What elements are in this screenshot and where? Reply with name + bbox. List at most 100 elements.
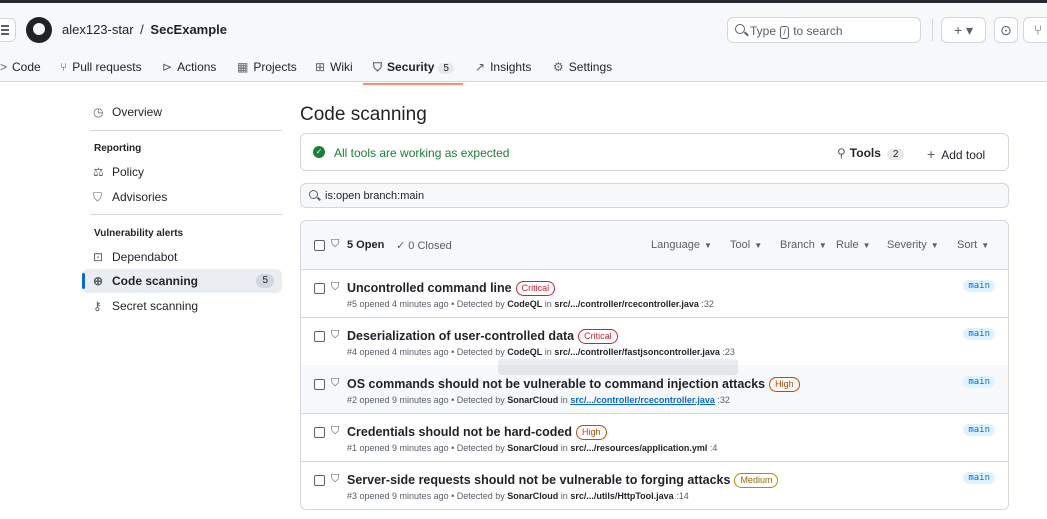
tool-status-message: All tools are working as expected — [334, 146, 510, 160]
shield-icon: ⛉ — [93, 190, 103, 204]
open-filter-link[interactable]: 5 Open — [347, 239, 384, 251]
alert-meta-prefix: #5 opened 4 minutes ago • Detected by — [347, 299, 505, 309]
tab-pull-requests[interactable]: ⑂ Pull requests — [60, 60, 142, 74]
alert-meta: #1 opened 9 minutes ago • Detected by So… — [347, 443, 717, 453]
law-icon: ⚖ — [93, 165, 104, 179]
sidebar-heading-reporting: Reporting — [94, 143, 142, 154]
search-icon — [309, 190, 318, 199]
select-all-checkbox[interactable] — [314, 240, 325, 251]
sidebar-item-advisories[interactable]: ⛉ Advisories — [82, 185, 282, 209]
alert-line: :4 — [709, 443, 718, 453]
active-tab-underline — [363, 83, 463, 85]
repo-link[interactable]: SecExample — [150, 22, 227, 37]
top-bar: alex123-star / SecExample Type / to sear… — [0, 0, 1047, 85]
alert-checkbox[interactable] — [314, 283, 325, 294]
book-icon: ⊞ — [315, 60, 326, 74]
filter-label: Rule — [836, 239, 859, 251]
shield-icon: ⛉ — [331, 425, 340, 437]
tab-projects[interactable]: ▦ Projects — [237, 60, 297, 74]
tab-insights[interactable]: ↗ Insights — [475, 60, 531, 74]
branch-label[interactable]: main — [963, 328, 995, 340]
closed-filter-link[interactable]: ✓ 0 Closed — [396, 239, 452, 252]
sidebar-item-overview[interactable]: ◷ Overview — [82, 100, 282, 124]
menu-button[interactable] — [0, 18, 16, 42]
tab-label: Actions — [177, 60, 217, 74]
global-search-input[interactable]: Type / to search — [727, 17, 921, 43]
alert-meta: #5 opened 4 minutes ago • Detected by Co… — [347, 299, 714, 309]
tools-button[interactable]: ⚲ Tools 2 — [837, 146, 905, 160]
issues-icon[interactable]: ⊙ — [994, 17, 1018, 43]
alert-meta-prefix: #2 opened 9 minutes ago • Detected by — [347, 395, 505, 405]
breadcrumb: alex123-star / SecExample — [62, 22, 227, 37]
alert-meta-prefix: #3 opened 9 minutes ago • Detected by — [347, 491, 505, 501]
alert-row[interactable]: ⛉ Uncontrolled command line Critical #5 o… — [301, 269, 1008, 318]
rule-filter-dropdown[interactable]: Rule ▼ — [836, 239, 871, 251]
alert-meta-in: in — [544, 299, 552, 309]
divider — [932, 19, 933, 41]
owner-link[interactable]: alex123-star — [62, 22, 134, 37]
play-icon: ⊳ — [162, 60, 173, 74]
sidebar-item-code-scanning[interactable]: ⊕ Code scanning 5 — [82, 269, 282, 293]
alert-title-link[interactable]: Deserialization of user-controlled data — [347, 329, 574, 343]
tab-security[interactable]: ⛉ Security 5 — [373, 60, 454, 75]
filter-label: Tool — [730, 239, 751, 251]
branch-label[interactable]: main — [963, 376, 995, 388]
language-filter-dropdown[interactable]: Language ▼ — [651, 239, 712, 251]
alert-tool: CodeQL — [507, 347, 543, 357]
alert-title-link[interactable]: Uncontrolled command line — [347, 281, 512, 295]
alert-meta-in: in — [560, 443, 568, 453]
branch-label[interactable]: main — [963, 280, 995, 292]
filter-label: Branch — [780, 239, 815, 251]
sidebar-heading-vulnerability-alerts: Vulnerability alerts — [94, 228, 184, 239]
alert-path[interactable]: src/.../controller/rcecontroller.java — [554, 299, 699, 309]
tab-actions[interactable]: ⊳ Actions — [162, 60, 216, 74]
check-icon: ✓ — [396, 240, 409, 252]
alert-line: :32 — [717, 395, 730, 405]
tab-wiki[interactable]: ⊞ Wiki — [315, 60, 353, 74]
alert-path[interactable]: src/.../controller/fastjsoncontroller.ja… — [554, 347, 720, 357]
tool-filter-dropdown[interactable]: Tool ▼ — [730, 239, 762, 251]
alert-title-link[interactable]: Credentials should not be hard-coded — [347, 425, 572, 439]
alert-path[interactable]: src/.../controller/rcecontroller.java — [570, 395, 715, 405]
alert-row[interactable]: ⛉ Server-side requests should not be vul… — [301, 461, 1008, 509]
severity-filter-dropdown[interactable]: Severity ▼ — [887, 239, 939, 251]
alert-row[interactable]: ⛉ OS commands should not be vulnerable t… — [301, 359, 1008, 414]
hover-tooltip — [498, 359, 738, 375]
alert-path[interactable]: src/.../resources/application.yml — [570, 443, 707, 453]
sidebar-item-dependabot[interactable]: ⊡ Dependabot — [82, 245, 282, 269]
create-new-button[interactable]: + ▾ — [941, 17, 986, 43]
tab-label: Security — [387, 60, 435, 74]
triangle-down-icon: ▼ — [981, 241, 990, 250]
pull-requests-icon[interactable]: ⑂ — [1023, 17, 1047, 43]
add-tool-button[interactable]: + Add tool — [927, 146, 985, 162]
alert-line: :32 — [701, 299, 714, 309]
tab-code[interactable]: > Code — [0, 60, 41, 74]
alert-row[interactable]: ⛉ Credentials should not be hard-coded Hi… — [301, 413, 1008, 462]
tab-label: Wiki — [330, 60, 353, 74]
sort-dropdown[interactable]: Sort ▼ — [957, 239, 989, 251]
branch-filter-dropdown[interactable]: Branch ▼ — [780, 239, 827, 251]
tab-settings[interactable]: ⚙ Settings — [553, 60, 612, 74]
triangle-down-icon: ▼ — [703, 241, 712, 250]
alert-title-link[interactable]: Server-side requests should not be vulne… — [347, 473, 730, 487]
github-logo-icon[interactable] — [26, 17, 52, 43]
alert-title-link[interactable]: OS commands should not be vulnerable to … — [347, 377, 765, 391]
dependabot-icon: ⊡ — [93, 250, 104, 264]
alert-path[interactable]: src/.../utils/HttpTool.java — [570, 491, 673, 501]
alert-checkbox[interactable] — [314, 427, 325, 438]
search-shortcut-key: / — [780, 26, 789, 39]
triangle-down-icon: ▼ — [930, 241, 939, 250]
sidebar-item-label: Dependabot — [112, 250, 178, 264]
add-tool-label: Add tool — [941, 148, 986, 162]
code-scanning-count-badge: 5 — [256, 274, 274, 288]
alert-filter-input[interactable]: is:open branch:main — [300, 183, 1009, 208]
shield-icon: ⛉ — [331, 329, 340, 341]
alert-checkbox[interactable] — [314, 475, 325, 486]
branch-label[interactable]: main — [963, 472, 995, 484]
tab-label: Insights — [490, 60, 532, 74]
branch-label[interactable]: main — [963, 424, 995, 436]
alert-checkbox[interactable] — [314, 379, 325, 390]
sidebar-item-policy[interactable]: ⚖ Policy — [82, 160, 282, 184]
alert-checkbox[interactable] — [314, 331, 325, 342]
sidebar-item-secret-scanning[interactable]: ⚷ Secret scanning — [82, 294, 282, 318]
